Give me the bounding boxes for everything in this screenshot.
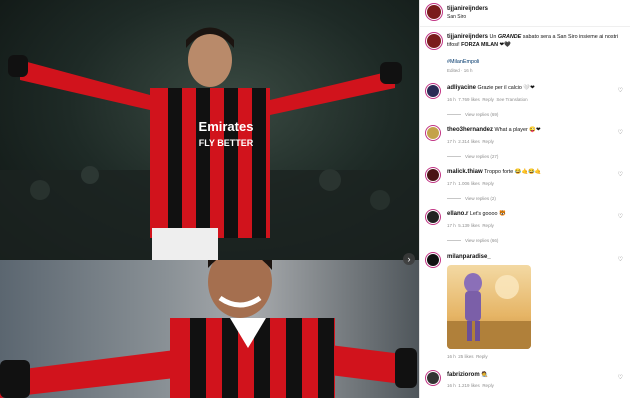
comment-avatar[interactable] [427,169,439,181]
comment-likes[interactable]: 1.006 likes [458,181,480,186]
post-caption: tijjanireijnders Un GRANDE sabato sera a… [447,33,625,49]
author-avatar[interactable] [427,5,441,19]
comment-reply-button[interactable]: Reply [476,354,488,359]
comment-username[interactable]: fabriziorom [447,372,480,378]
post-header: tijjanireijnders San Siro [420,0,630,27]
comment-likes[interactable]: 7.769 likes [458,97,480,102]
view-replies-button[interactable]: View replies (2) [447,196,496,201]
caption-emojis: ❤🖤 [499,42,511,48]
comment-likes[interactable]: 5.139 likes [458,223,480,228]
comment-reply-button[interactable]: Reply [482,181,494,186]
comment-time: 17 h [447,181,456,186]
caption-bold-word: GRANDE [497,34,522,40]
comment-username[interactable]: adliyacine [447,85,476,91]
comment-avatar[interactable] [427,211,439,223]
comment-attached-image[interactable] [447,265,531,349]
comment-time: 16 h [447,383,456,388]
like-heart-icon[interactable]: ♡ [618,171,623,178]
shirt-sponsor-text: Emirates [199,119,254,134]
view-replies-button[interactable]: View replies (69) [447,112,498,117]
comment-username[interactable]: ellano.r [447,211,468,217]
comment-username[interactable]: malick.thiaw [447,169,483,175]
like-heart-icon[interactable]: ♡ [618,213,623,220]
player-bottom-illustration [0,244,417,398]
photo-bottom-player-celebrating [0,244,419,398]
post-side-panel: tijjanireijnders San Siro tijjanireijnde… [419,0,630,398]
comment-likes[interactable]: 2.314 likes [458,139,480,144]
caption-text-start: Un [488,34,498,40]
caption-bold-slogan: FORZA MILAN [461,42,499,48]
comment-avatar[interactable] [427,372,439,384]
comment-avatar[interactable] [427,254,439,266]
caption-username[interactable]: tijjanireijnders [447,34,488,40]
comment-reply-button[interactable]: Reply [482,383,494,388]
like-heart-icon[interactable]: ♡ [618,374,623,381]
comment-text: What a player 😜❤ [494,127,541,133]
post-media[interactable]: Emirates FLY BETTER › [0,0,419,398]
view-replies-button[interactable]: View replies (66) [447,238,498,243]
like-heart-icon[interactable]: ♡ [618,87,623,94]
comment-image-illustration [447,273,531,349]
comment-likes[interactable]: 25 likes [458,354,473,359]
player-top-illustration: Emirates FLY BETTER [0,27,419,260]
comment-text: Grazie per il calcio 🤍❤ [477,85,535,91]
like-heart-icon[interactable]: ♡ [618,129,623,136]
carousel-next-button[interactable]: › [403,253,415,265]
comment-time: 16 h [447,97,456,102]
comment-time: 16 h [447,354,456,359]
comment-time: 17 h [447,223,456,228]
comment-likes[interactable]: 1.219 likes [458,383,480,388]
comment-text: Let's goooo 🐯 [469,211,506,217]
caption-edited-time: Edited · 16 h [447,68,473,73]
author-username[interactable]: tijjanireijnders [447,6,488,12]
comment-avatar[interactable] [427,127,439,139]
caption-hashtag[interactable]: #MilanEmpoli [447,58,479,66]
see-translation-button[interactable]: See Translation [496,97,527,102]
comment-reply-button[interactable]: Reply [482,97,494,102]
comment-text: Troppo forte 😂🤙😂🤙 [484,169,542,175]
comment-reply-button[interactable]: Reply [482,223,494,228]
like-heart-icon[interactable]: ♡ [618,256,623,263]
caption-author-avatar[interactable] [427,34,441,48]
photo-top-player-celebrating: Emirates FLY BETTER [0,0,419,260]
shirt-sponsor-tagline: FLY BETTER [199,138,254,148]
view-replies-button[interactable]: View replies (27) [447,154,498,159]
comment-time: 17 h [447,139,456,144]
post-location[interactable]: San Siro [447,14,466,20]
comment-username[interactable]: milanparadise_ [447,254,491,260]
comment-username[interactable]: theo3hernandez [447,127,493,133]
comment-avatar[interactable] [427,85,439,97]
comment-text: 🧑‍🎨 [481,372,488,378]
comment-reply-button[interactable]: Reply [482,139,494,144]
